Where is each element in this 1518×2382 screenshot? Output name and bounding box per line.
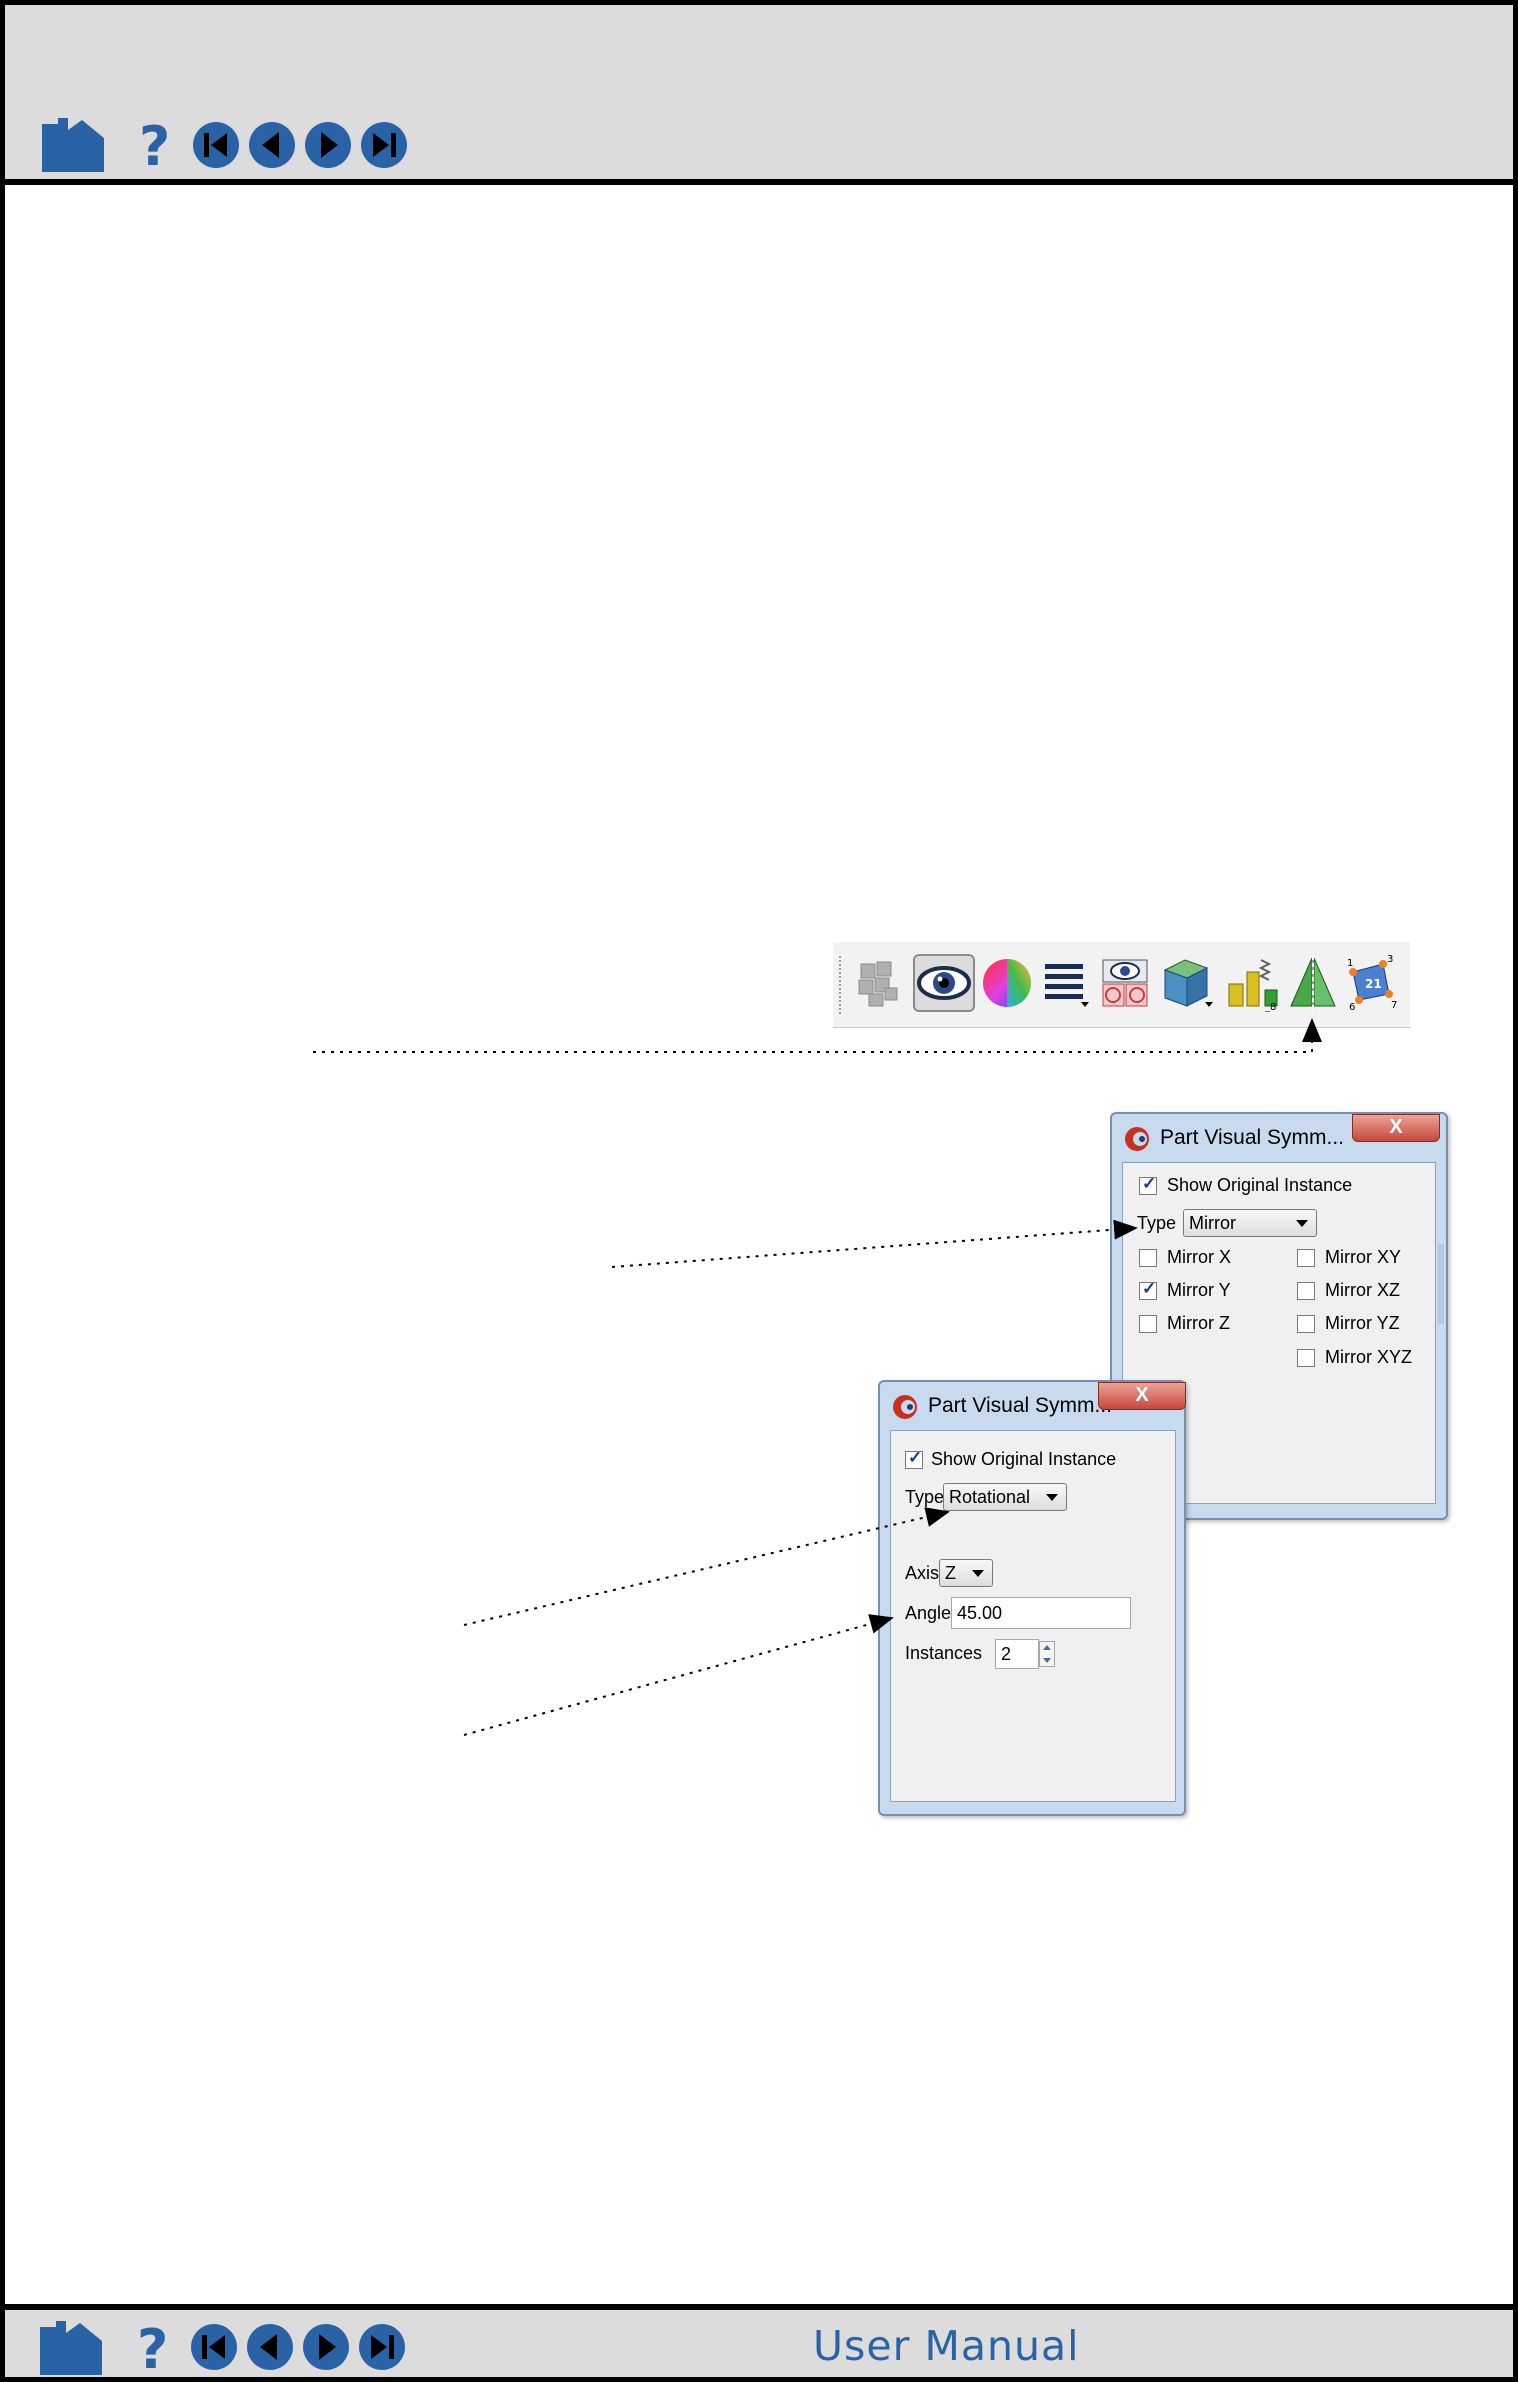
close-button[interactable]: X bbox=[1352, 1114, 1440, 1142]
angle-label: Angle bbox=[905, 1603, 952, 1623]
instances-field[interactable]: 2 bbox=[995, 1639, 1039, 1669]
mirror-xyz-label: Mirror XYZ bbox=[1325, 1347, 1412, 1367]
mirror-xz-label: Mirror XZ bbox=[1325, 1280, 1400, 1300]
show-original-label: Show Original Instance bbox=[931, 1449, 1117, 1469]
dialog-body: ✓ Show Original Instance Type Rotational… bbox=[890, 1430, 1176, 1802]
axis-label: Axis bbox=[905, 1563, 940, 1583]
type-value: Rotational bbox=[949, 1487, 1031, 1507]
svg-text:21: 21 bbox=[1365, 977, 1382, 991]
type-label: Type bbox=[1137, 1213, 1177, 1233]
svg-text:6: 6 bbox=[1349, 1002, 1355, 1012]
angle-field[interactable]: 45.00 bbox=[951, 1597, 1131, 1629]
manual-title: User Manual bbox=[813, 2322, 1080, 2370]
chevron-down-icon bbox=[972, 1570, 984, 1577]
dialog-title: Part Visual Symm... bbox=[928, 1394, 1112, 1417]
parts-icon[interactable] bbox=[851, 954, 907, 1012]
mirror-y-checkbox[interactable]: ✓ bbox=[1139, 1279, 1157, 1300]
app-logo-icon bbox=[1124, 1126, 1150, 1157]
mirror-xz-checkbox[interactable] bbox=[1297, 1282, 1315, 1300]
color-wheel-icon[interactable] bbox=[979, 954, 1035, 1012]
dialog-title: Part Visual Symm... bbox=[1160, 1126, 1344, 1149]
show-original-checkbox[interactable]: ✓ bbox=[905, 1448, 923, 1469]
mirror-xy-checkbox[interactable] bbox=[1297, 1249, 1315, 1267]
visibility-eye-icon[interactable] bbox=[913, 954, 975, 1012]
mirror-z-label: Mirror Z bbox=[1167, 1313, 1230, 1333]
stepper-down-icon[interactable] bbox=[1043, 1658, 1051, 1663]
part-toolbar: _8 1 3 21 7 6 bbox=[833, 942, 1410, 1028]
axis-dropdown[interactable]: Z bbox=[939, 1559, 993, 1587]
rotational-symmetry-dialog: Part Visual Symm... X ✓ Show Original In… bbox=[878, 1380, 1186, 1816]
first-page-icon[interactable] bbox=[189, 2322, 239, 2372]
mirror-y-label: Mirror Y bbox=[1167, 1280, 1231, 1300]
symmetry-icon[interactable] bbox=[1285, 954, 1341, 1012]
svg-text:3: 3 bbox=[1387, 954, 1393, 965]
svg-text:1: 1 bbox=[1347, 958, 1353, 969]
app-logo-icon bbox=[892, 1394, 918, 1425]
help-icon[interactable]: ? bbox=[133, 2320, 175, 2376]
svg-text:_8: _8 bbox=[1264, 1002, 1276, 1012]
mirror-x-checkbox[interactable] bbox=[1139, 1249, 1157, 1267]
mirror-z-checkbox[interactable] bbox=[1139, 1315, 1157, 1333]
toolbar-grip[interactable] bbox=[839, 956, 842, 1014]
svg-text:?: ? bbox=[137, 2320, 168, 2376]
header-bar: ? bbox=[0, 0, 1518, 185]
next-page-icon[interactable] bbox=[301, 2322, 351, 2372]
mirror-yz-label: Mirror YZ bbox=[1325, 1313, 1400, 1333]
type-label: Type bbox=[905, 1487, 945, 1507]
mirror-xy-label: Mirror XY bbox=[1325, 1247, 1401, 1267]
instances-value: 2 bbox=[1001, 1644, 1012, 1664]
last-page-icon[interactable] bbox=[357, 2322, 407, 2372]
svg-text:7: 7 bbox=[1391, 1000, 1397, 1011]
dialog-titlebar[interactable]: Part Visual Symm... X bbox=[880, 1382, 1186, 1430]
show-original-checkbox[interactable]: ✓ bbox=[1139, 1174, 1157, 1195]
last-page-icon[interactable] bbox=[359, 120, 409, 170]
axis-value: Z bbox=[945, 1563, 956, 1583]
chevron-down-icon bbox=[1296, 1220, 1308, 1227]
mirror-yz-checkbox[interactable] bbox=[1297, 1315, 1315, 1333]
stepper-up-icon[interactable] bbox=[1043, 1645, 1051, 1650]
dialog-titlebar[interactable]: Part Visual Symm... X bbox=[1112, 1114, 1446, 1162]
previous-page-icon[interactable] bbox=[245, 2322, 295, 2372]
mirror-x-label: Mirror X bbox=[1167, 1247, 1231, 1267]
mirror-xyz-checkbox[interactable] bbox=[1297, 1349, 1315, 1367]
footer-bar: ? User Manual bbox=[0, 2304, 1518, 2382]
home-icon[interactable] bbox=[36, 2319, 106, 2377]
instances-label: Instances bbox=[905, 1643, 983, 1663]
chevron-down-icon bbox=[1046, 1494, 1058, 1501]
home-icon[interactable] bbox=[38, 116, 108, 174]
svg-text:?: ? bbox=[139, 117, 170, 173]
instances-stepper[interactable] bbox=[1039, 1641, 1055, 1667]
type-dropdown[interactable]: Mirror bbox=[1183, 1209, 1317, 1237]
next-page-icon[interactable] bbox=[303, 120, 353, 170]
scrollbar[interactable] bbox=[1438, 1244, 1444, 1324]
previous-page-icon[interactable] bbox=[247, 120, 297, 170]
first-page-icon[interactable] bbox=[191, 120, 241, 170]
angle-value: 45.00 bbox=[957, 1603, 1003, 1623]
close-button[interactable]: X bbox=[1098, 1382, 1186, 1410]
line-style-icon[interactable] bbox=[1037, 954, 1093, 1012]
show-original-label: Show Original Instance bbox=[1167, 1175, 1353, 1195]
type-dropdown[interactable]: Rotational bbox=[943, 1483, 1067, 1511]
hidden-surface-icon[interactable] bbox=[1097, 954, 1153, 1012]
help-icon[interactable]: ? bbox=[135, 117, 177, 173]
cube-grid-icon[interactable] bbox=[1159, 954, 1215, 1012]
type-value: Mirror bbox=[1189, 1213, 1236, 1233]
displacement-icon[interactable]: _8 bbox=[1225, 954, 1281, 1012]
node-labels-icon[interactable]: 1 3 21 7 6 bbox=[1343, 954, 1399, 1012]
